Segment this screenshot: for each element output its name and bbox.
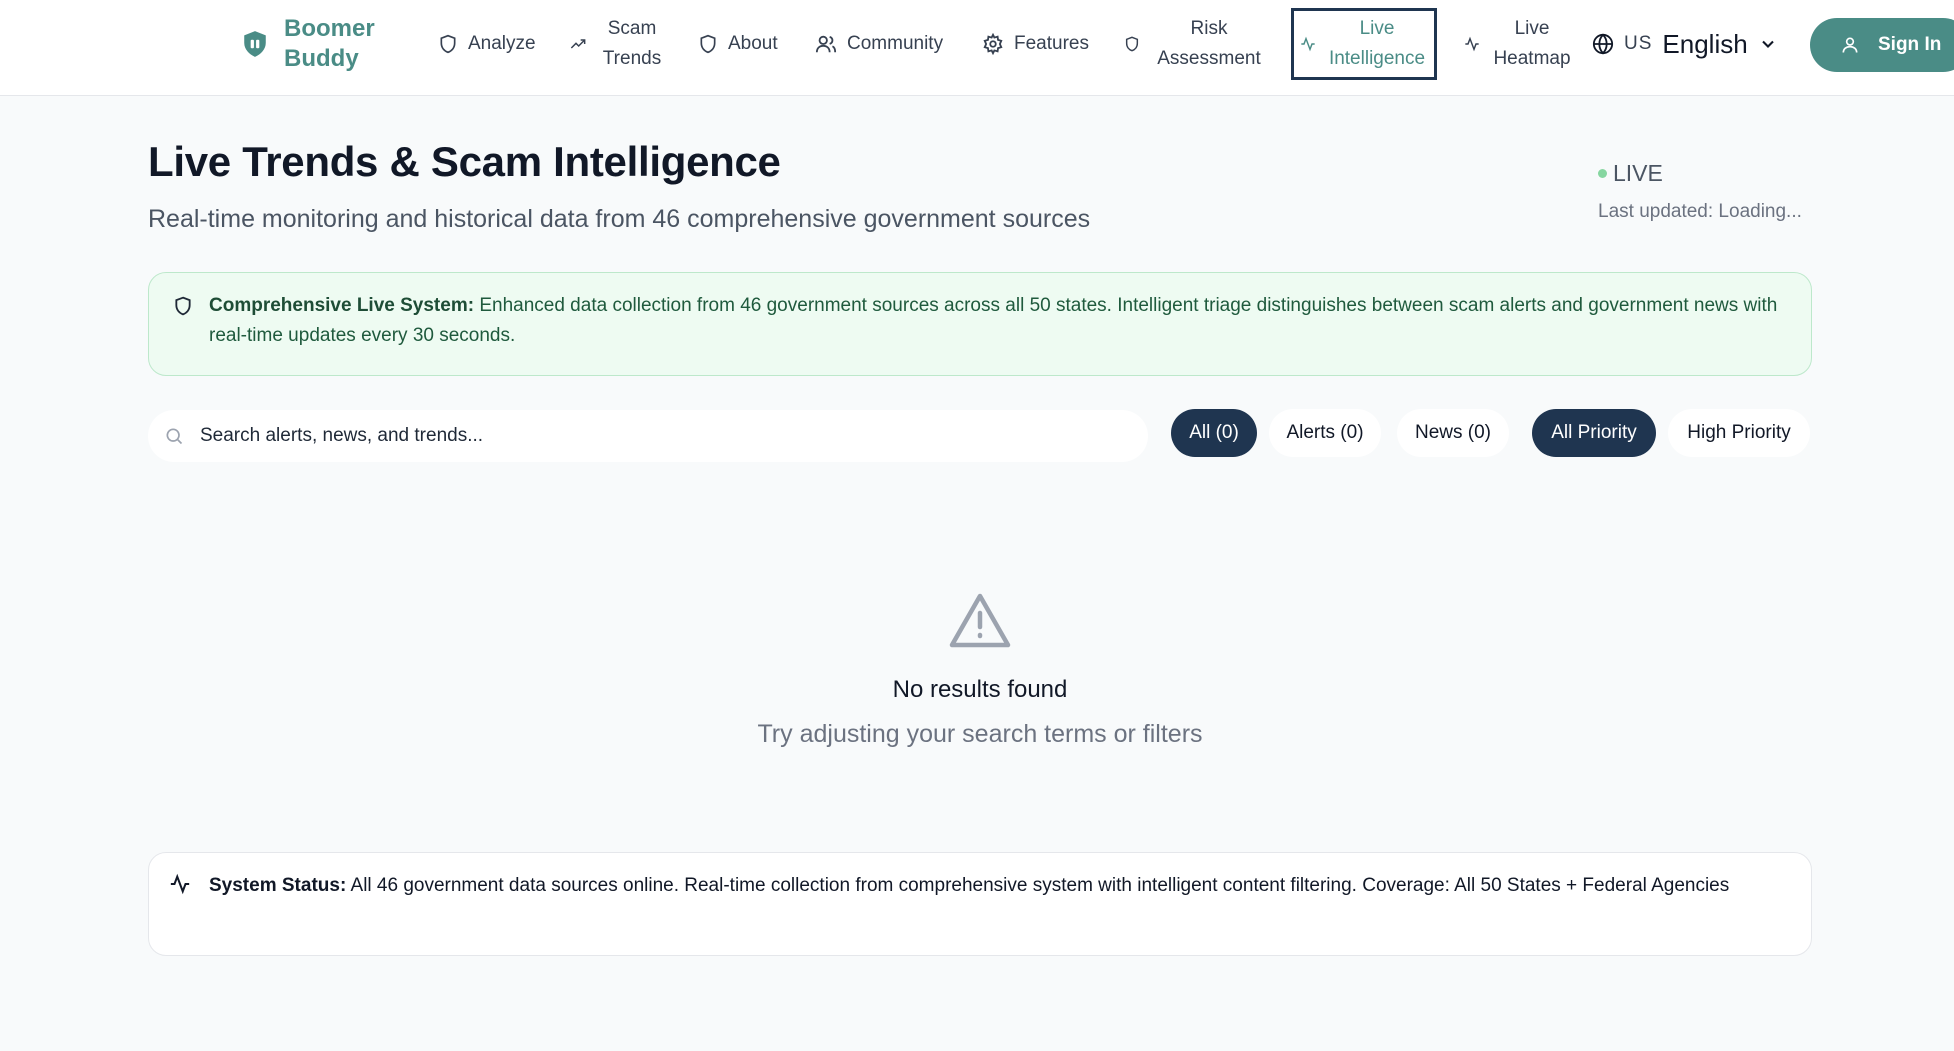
- users-icon: [815, 35, 837, 53]
- chevron-down-icon: [1761, 40, 1774, 48]
- filter-all-priority[interactable]: All Priority: [1532, 409, 1656, 457]
- gear-icon: [983, 33, 1003, 55]
- shield-icon: [700, 34, 716, 54]
- sign-in-button[interactable]: Sign In: [1810, 18, 1954, 72]
- activity-icon: [1465, 36, 1479, 52]
- warning-triangle-icon: [949, 593, 1011, 648]
- brand-logo[interactable]: Boomer Buddy: [242, 12, 384, 76]
- system-status-text: System Status: All 46 government data so…: [209, 871, 1769, 901]
- activity-icon: [170, 873, 190, 895]
- nav-features[interactable]: Features: [982, 8, 1089, 80]
- shield-icon: [1125, 36, 1139, 52]
- filter-alerts[interactable]: Alerts (0): [1269, 409, 1381, 457]
- nav-community[interactable]: Community: [815, 8, 943, 80]
- last-updated-text: Last updated: Loading...: [1598, 201, 1802, 222]
- live-indicator-dot: [1598, 169, 1607, 178]
- nav-live-intelligence[interactable]: Live Intelligence: [1291, 8, 1437, 80]
- nav-about[interactable]: About: [698, 8, 778, 80]
- page-subtitle: Real-time monitoring and historical data…: [148, 205, 1091, 233]
- language-code: US: [1624, 33, 1653, 54]
- search-icon: [166, 428, 183, 445]
- system-status-description: All 46 government data sources online. R…: [350, 875, 1730, 896]
- live-system-banner: Comprehensive Live System: Enhanced data…: [148, 272, 1812, 376]
- system-status-title: System Status:: [209, 875, 347, 896]
- activity-icon: [1301, 36, 1315, 52]
- filter-news[interactable]: News (0): [1397, 409, 1509, 457]
- language-selector[interactable]: US English: [1592, 24, 1778, 64]
- filter-high-priority[interactable]: High Priority: [1668, 409, 1810, 457]
- top-navigation-bar: Boomer Buddy Analyze Scam Trends About C…: [0, 0, 1954, 96]
- nav-risk-assessment[interactable]: Risk Assessment: [1124, 8, 1268, 80]
- shield-icon: [440, 34, 456, 54]
- page-title: Live Trends & Scam Intelligence: [148, 138, 781, 185]
- brand-name: Boomer Buddy: [284, 15, 375, 72]
- shield-icon: [175, 296, 191, 316]
- nav-live-heatmap[interactable]: Live Heatmap: [1464, 8, 1574, 80]
- banner-text: Comprehensive Live System: Enhanced data…: [209, 291, 1779, 351]
- live-status: LIVE Last updated: Loading...: [1598, 160, 1802, 223]
- search-box[interactable]: [148, 410, 1148, 462]
- nav-scam-trends[interactable]: Scam Trends: [570, 8, 668, 80]
- nav-analyze[interactable]: Analyze: [438, 8, 536, 80]
- shield-logo-icon: [244, 31, 266, 57]
- empty-state-subtitle: Try adjusting your search terms or filte…: [757, 720, 1203, 748]
- user-icon: [1842, 37, 1858, 53]
- globe-icon: [1592, 33, 1614, 55]
- language-name: English: [1662, 28, 1748, 59]
- filter-all[interactable]: All (0): [1171, 409, 1257, 457]
- banner-title: Comprehensive Live System:: [209, 295, 475, 316]
- trending-up-icon: [570, 39, 586, 49]
- empty-state-title: No results found: [892, 676, 1068, 703]
- live-label: LIVE: [1613, 160, 1663, 186]
- search-input[interactable]: [200, 425, 1148, 447]
- system-status-panel: System Status: All 46 government data so…: [148, 852, 1812, 956]
